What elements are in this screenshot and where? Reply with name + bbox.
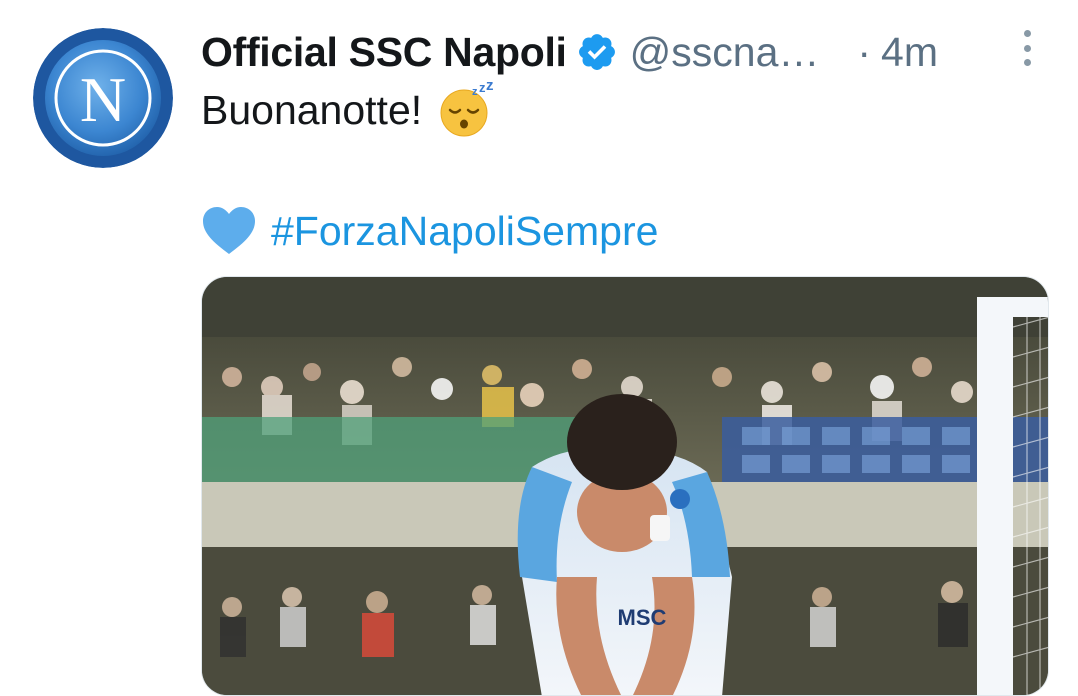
sleeping-face-icon: z z z [438,77,494,138]
svg-text:z: z [486,82,494,94]
more-options-icon[interactable] [1016,28,1038,68]
svg-text:N: N [80,64,126,135]
napoli-logo: N [33,28,173,168]
tweet-text: Buonanotte! z z z [201,77,494,138]
user-handle[interactable]: @sscna… [630,29,820,76]
timestamp[interactable]: 4m [881,29,938,76]
avatar[interactable]: N [33,28,173,168]
photo-content: MSC [202,277,1048,695]
tweet-header: Official SSC Napoli @sscna… · 4m [201,22,1061,82]
separator-dot: · [857,28,872,75]
svg-text:z: z [472,86,478,98]
blue-heart-icon [201,206,257,256]
tweet-hashtag-line: #ForzaNapoliSempre [201,203,658,259]
hashtag-link[interactable]: #ForzaNapoliSempre [271,208,658,255]
svg-text:z: z [479,82,486,95]
tweet-text-line: Buonanotte! [201,86,423,133]
svg-text:MSC: MSC [618,605,667,630]
verified-badge-icon [576,31,618,73]
display-name[interactable]: Official SSC Napoli [201,29,567,76]
tweet-media-photo[interactable]: MSC [201,276,1049,696]
